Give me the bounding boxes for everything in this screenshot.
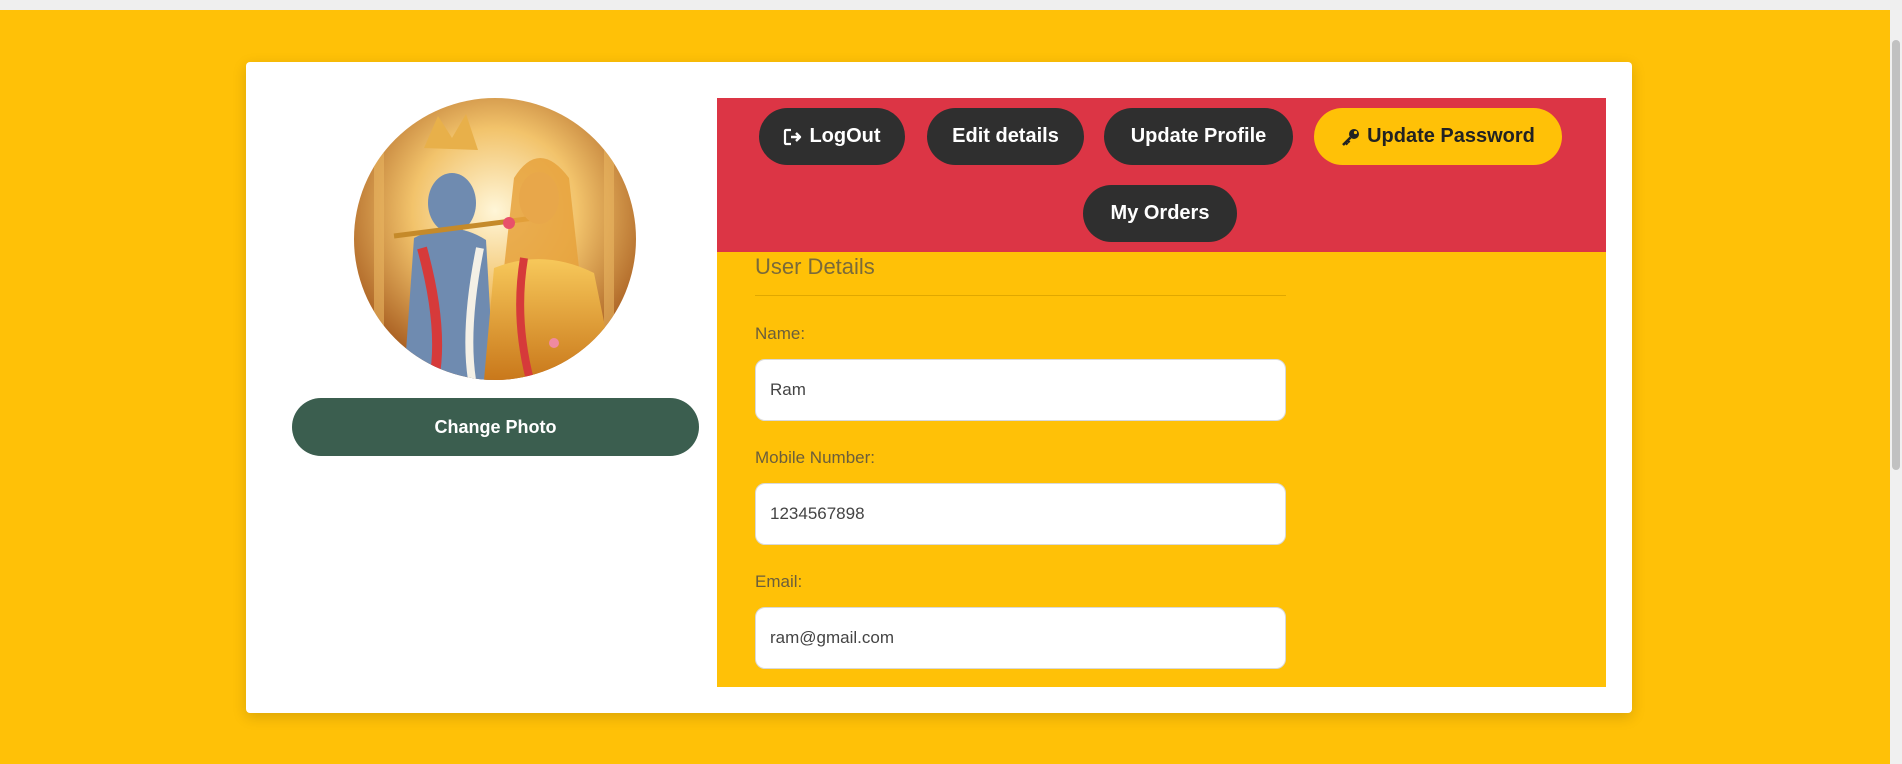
edit-details-button[interactable]: Edit details (927, 108, 1084, 165)
page-background: Change Photo LogOut Edit details Update … (0, 10, 1890, 764)
avatar-image (354, 98, 636, 380)
my-orders-label: My Orders (1110, 202, 1210, 224)
mobile-label: Mobile Number: (755, 448, 875, 467)
email-label: Email: (755, 572, 803, 591)
logout-label: LogOut (809, 125, 881, 147)
page-scrollbar[interactable] (1890, 10, 1902, 764)
edit-details-label: Edit details (952, 125, 1059, 147)
update-profile-label: Update Profile (1130, 125, 1267, 147)
section-title: User Details (755, 254, 875, 279)
section-divider (755, 295, 1286, 296)
logout-button[interactable]: LogOut (759, 108, 905, 165)
name-field[interactable] (755, 359, 1286, 421)
key-icon (1341, 127, 1361, 147)
avatar (354, 98, 636, 380)
scrollbar-thumb[interactable] (1892, 40, 1900, 470)
email-field[interactable] (755, 607, 1286, 669)
profile-card: Change Photo LogOut Edit details Update … (246, 62, 1632, 713)
mobile-number-field[interactable] (755, 483, 1286, 545)
update-profile-button[interactable]: Update Profile (1104, 108, 1293, 165)
change-photo-button[interactable]: Change Photo (292, 398, 699, 456)
browser-top-strip (0, 0, 1902, 10)
my-orders-button[interactable]: My Orders (1083, 185, 1237, 242)
action-bar: LogOut Edit details Update Profile Updat… (717, 98, 1606, 252)
sign-out-icon (783, 128, 803, 146)
update-password-button[interactable]: Update Password (1314, 108, 1562, 165)
user-details-panel: LogOut Edit details Update Profile Updat… (717, 98, 1606, 687)
update-password-label: Update Password (1367, 125, 1535, 147)
name-label: Name: (755, 324, 806, 343)
